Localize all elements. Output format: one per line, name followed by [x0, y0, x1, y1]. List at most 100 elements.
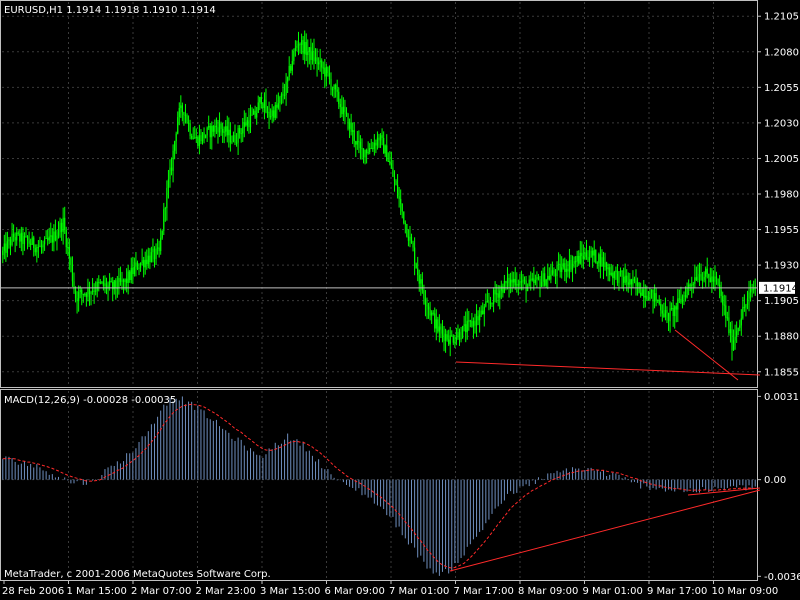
candle-body	[460, 338, 462, 340]
candle-body	[441, 329, 444, 334]
candle-body	[223, 131, 225, 133]
candle-body	[395, 180, 397, 185]
candle-body	[6, 241, 9, 253]
candle-body	[294, 47, 296, 52]
candle-body	[578, 255, 580, 264]
candle-body	[542, 273, 544, 282]
candle-body	[720, 290, 722, 297]
candle-body	[623, 276, 625, 283]
candle-body	[84, 293, 86, 296]
candle-body	[61, 222, 63, 232]
candle-body	[458, 332, 461, 340]
candle-body	[68, 247, 70, 259]
price-tick-label: 1.1980	[764, 190, 799, 201]
candle-body	[499, 290, 501, 298]
candle-body	[147, 255, 149, 265]
candle-body	[348, 122, 351, 129]
candle-body	[409, 236, 411, 241]
candle-body	[245, 122, 247, 126]
candle-body	[407, 236, 410, 241]
candle-body	[660, 303, 662, 311]
candle-body	[672, 308, 674, 316]
candle-body	[401, 203, 403, 212]
candle-body	[19, 233, 21, 242]
time-tick-label: 7 Mar 17:00	[454, 586, 514, 597]
candle-body	[239, 127, 241, 134]
candle-body	[392, 167, 394, 177]
metatrader-chart[interactable]: 1.2105 1.2080 1.2055 1.2030 1.2005 1.1980 1.19…	[0, 0, 800, 600]
candle-body	[270, 116, 272, 118]
candle-body	[568, 260, 571, 272]
candle-body	[220, 123, 222, 129]
candle-body	[153, 248, 156, 259]
candle-body	[163, 209, 165, 231]
candle-body	[200, 135, 202, 142]
candle-body	[649, 292, 651, 301]
candle-body	[508, 277, 510, 287]
candle-body	[415, 263, 417, 269]
candle-body	[51, 235, 53, 243]
candle-body	[525, 280, 527, 292]
candle-body	[141, 260, 143, 264]
macd-tick-label: 0.0031	[764, 392, 799, 403]
candle-body	[297, 43, 300, 46]
candle-body	[695, 277, 697, 280]
candle-body	[268, 111, 270, 118]
candle-body	[626, 275, 628, 283]
candle-body	[91, 290, 94, 292]
candle-body	[257, 102, 259, 113]
candle-body	[576, 255, 578, 262]
candle-body	[82, 293, 84, 296]
candle-body	[743, 306, 745, 308]
candle-body	[420, 279, 422, 284]
candle-body	[540, 281, 543, 287]
candle-body	[214, 125, 216, 132]
candle-body	[194, 137, 196, 139]
candle-body	[256, 112, 258, 118]
time-tick-label: 28 Feb 2006	[2, 586, 64, 597]
candle-body	[616, 270, 619, 283]
candle-body	[321, 60, 323, 68]
candle-body	[701, 279, 704, 281]
candle-body	[492, 289, 495, 305]
candle-body	[635, 280, 637, 286]
candle-body	[612, 272, 614, 279]
candle-body	[379, 135, 382, 141]
candle-body	[440, 326, 442, 330]
candle-body	[316, 57, 318, 65]
candle-body	[300, 40, 303, 45]
candle-body	[503, 280, 506, 293]
candle-body	[273, 110, 275, 118]
candle-body	[322, 67, 324, 69]
candle-body	[519, 281, 521, 286]
candle-body	[87, 287, 89, 297]
candle-body	[448, 339, 450, 345]
candle-body	[22, 232, 24, 244]
candle-body	[109, 281, 111, 286]
candle-body	[655, 293, 657, 301]
candle-body	[434, 313, 436, 329]
candle-body	[510, 279, 512, 287]
candle-body	[152, 248, 154, 253]
candle-body	[336, 89, 338, 92]
candle-body	[722, 296, 724, 305]
candle-body	[553, 270, 555, 274]
candle-body	[132, 267, 134, 275]
candle-body	[615, 270, 617, 272]
candle-body	[308, 47, 310, 53]
candle-body	[8, 239, 10, 242]
candle-body	[661, 310, 663, 314]
candle-body	[248, 120, 250, 128]
candle-body	[703, 276, 705, 280]
candle-body	[609, 267, 611, 275]
candle-body	[198, 135, 201, 146]
candle-body	[364, 150, 366, 158]
candle-body	[74, 289, 77, 299]
candle-body	[537, 277, 540, 280]
candle-body	[396, 184, 399, 197]
candle-body	[99, 282, 101, 284]
candle-body	[426, 304, 428, 307]
candle-body	[277, 103, 279, 108]
candle-body	[201, 132, 204, 142]
candle-body	[54, 231, 57, 241]
